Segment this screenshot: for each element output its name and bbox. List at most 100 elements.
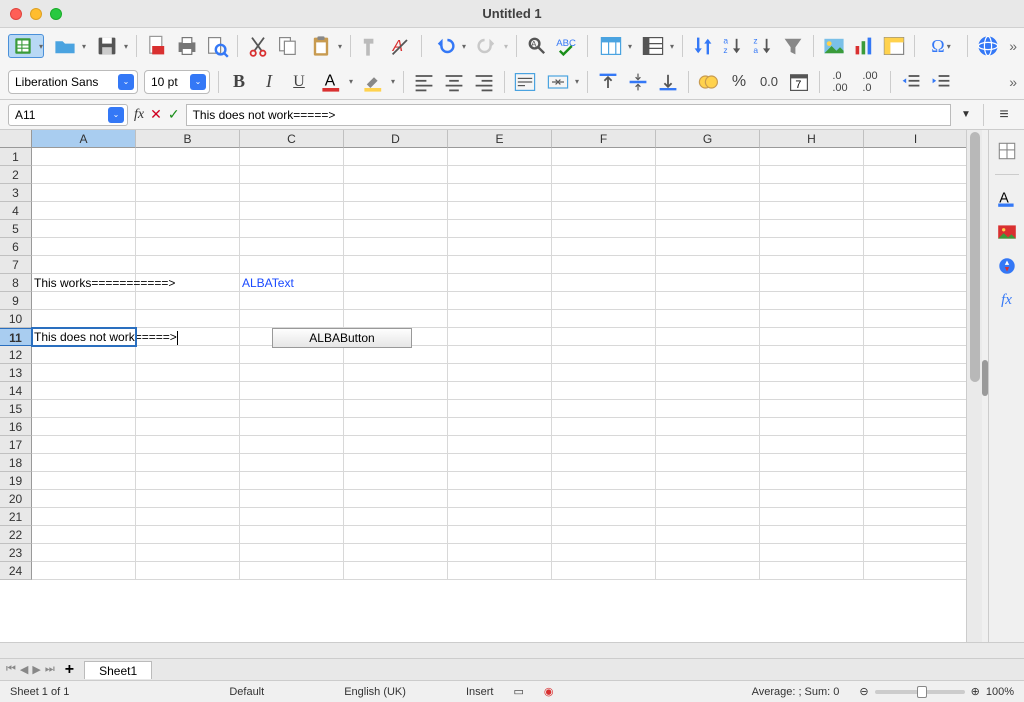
cell-I20[interactable] [864, 490, 966, 508]
cell-G2[interactable] [656, 166, 760, 184]
cell-C17[interactable] [240, 436, 344, 454]
cell-B18[interactable] [136, 454, 240, 472]
status-aggregate[interactable]: Average: ; Sum: 0 [752, 686, 840, 698]
cell-E13[interactable] [448, 364, 552, 382]
cell-F10[interactable] [552, 310, 656, 328]
cell-B19[interactable] [136, 472, 240, 490]
cell-I23[interactable] [864, 544, 966, 562]
cell-G23[interactable] [656, 544, 760, 562]
cell-C14[interactable] [240, 382, 344, 400]
cell-A10[interactable] [32, 310, 136, 328]
new-document-button[interactable] [8, 34, 44, 58]
decrease-indent-button[interactable] [899, 70, 923, 94]
col-header-F[interactable]: F [552, 130, 656, 148]
cell-F22[interactable] [552, 526, 656, 544]
cell-I22[interactable] [864, 526, 966, 544]
cell-A2[interactable] [32, 166, 136, 184]
cell-D12[interactable] [344, 346, 448, 364]
status-signature-icon[interactable]: ◉ [544, 685, 554, 698]
cell-I5[interactable] [864, 220, 966, 238]
cell-C1[interactable] [240, 148, 344, 166]
cell-H4[interactable] [760, 202, 864, 220]
styles-panel-icon[interactable]: A [996, 187, 1018, 209]
cell-H22[interactable] [760, 526, 864, 544]
special-char-button[interactable]: Ω [923, 34, 959, 58]
cell-F3[interactable] [552, 184, 656, 202]
export-pdf-button[interactable] [145, 34, 169, 58]
row-header-21[interactable]: 21 [0, 508, 32, 526]
cell-I3[interactable] [864, 184, 966, 202]
undo-button[interactable] [430, 34, 466, 58]
cell-F20[interactable] [552, 490, 656, 508]
cell-D9[interactable] [344, 292, 448, 310]
cell-B12[interactable] [136, 346, 240, 364]
cell-B4[interactable] [136, 202, 240, 220]
italic-button[interactable]: I [257, 70, 281, 94]
clone-formatting-button[interactable] [359, 34, 383, 58]
cell-G18[interactable] [656, 454, 760, 472]
row-header-13[interactable]: 13 [0, 364, 32, 382]
window-minimize-button[interactable] [30, 8, 42, 20]
row-header-1[interactable]: 1 [0, 148, 32, 166]
cell-E18[interactable] [448, 454, 552, 472]
cell-F15[interactable] [552, 400, 656, 418]
cell-E9[interactable] [448, 292, 552, 310]
cell-C15[interactable] [240, 400, 344, 418]
row-header-12[interactable]: 12 [0, 346, 32, 364]
cell-A3[interactable] [32, 184, 136, 202]
cell-F23[interactable] [552, 544, 656, 562]
remove-decimal-button[interactable]: .00.0 [858, 70, 882, 94]
cell-H12[interactable] [760, 346, 864, 364]
cell-I8[interactable] [864, 274, 966, 292]
cell-I19[interactable] [864, 472, 966, 490]
toolbar-overflow-button[interactable]: » [1009, 38, 1016, 54]
sheet-tab-1[interactable]: Sheet1 [84, 661, 152, 679]
row-header-18[interactable]: 18 [0, 454, 32, 472]
status-insert-mode[interactable]: Insert [466, 686, 494, 698]
cell-H24[interactable] [760, 562, 864, 580]
cell-A9[interactable] [32, 292, 136, 310]
cell-D3[interactable] [344, 184, 448, 202]
cell-B15[interactable] [136, 400, 240, 418]
copy-button[interactable] [276, 34, 300, 58]
cell-F1[interactable] [552, 148, 656, 166]
cell-C20[interactable] [240, 490, 344, 508]
cell-I11[interactable] [864, 328, 966, 346]
cell-D8[interactable] [344, 274, 448, 292]
row-header-23[interactable]: 23 [0, 544, 32, 562]
cell-D14[interactable] [344, 382, 448, 400]
cell-G16[interactable] [656, 418, 760, 436]
cell-A1[interactable] [32, 148, 136, 166]
cell-C2[interactable] [240, 166, 344, 184]
cell-A13[interactable] [32, 364, 136, 382]
cell-H17[interactable] [760, 436, 864, 454]
cell-A4[interactable] [32, 202, 136, 220]
cell-G6[interactable] [656, 238, 760, 256]
insert-chart-button[interactable] [852, 34, 876, 58]
sidebar-collapse-handle[interactable] [982, 360, 988, 396]
cell-E14[interactable] [448, 382, 552, 400]
find-replace-button[interactable]: A [525, 34, 549, 58]
cell-B21[interactable] [136, 508, 240, 526]
row-header-9[interactable]: 9 [0, 292, 32, 310]
cell-I12[interactable] [864, 346, 966, 364]
zoom-value[interactable]: 100% [986, 686, 1014, 698]
cell-D13[interactable] [344, 364, 448, 382]
cell-G12[interactable] [656, 346, 760, 364]
col-header-C[interactable]: C [240, 130, 344, 148]
date-format-button[interactable]: 7 [787, 70, 811, 94]
align-left-button[interactable] [412, 70, 436, 94]
cell-H19[interactable] [760, 472, 864, 490]
valign-bottom-button[interactable] [656, 70, 680, 94]
cell-F13[interactable] [552, 364, 656, 382]
function-wizard-button[interactable]: fx [134, 107, 144, 123]
row-header-19[interactable]: 19 [0, 472, 32, 490]
name-box[interactable]: A11 ⌄ [8, 104, 128, 126]
cell-H9[interactable] [760, 292, 864, 310]
cell-A20[interactable] [32, 490, 136, 508]
cell-B6[interactable] [136, 238, 240, 256]
sort-asc-button[interactable]: az [721, 34, 745, 58]
cell-F2[interactable] [552, 166, 656, 184]
col-ops-button[interactable] [638, 34, 674, 58]
valign-top-button[interactable] [596, 70, 620, 94]
